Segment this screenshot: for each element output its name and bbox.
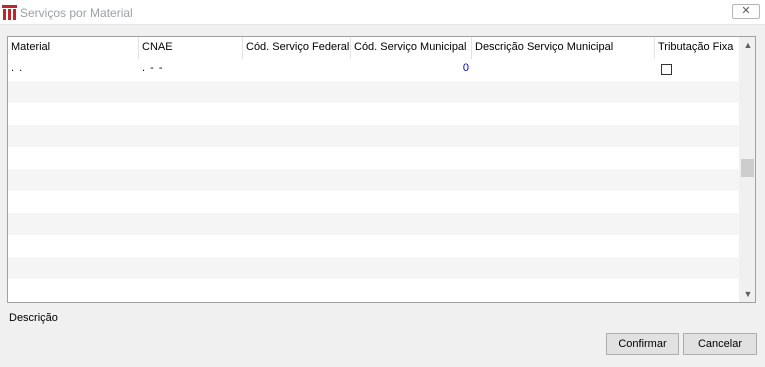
- cell-cod-servico-municipal[interactable]: 0: [351, 59, 472, 81]
- cell-material[interactable]: . .: [8, 59, 139, 81]
- scrollbar-thumb[interactable]: [741, 159, 754, 177]
- table-row[interactable]: [8, 103, 739, 125]
- cell-tributacao-fixa: [655, 59, 739, 81]
- title-bar: Serviços por Material ✕: [0, 0, 765, 25]
- services-grid[interactable]: Material CNAE Cód. Serviço Federal Cód. …: [7, 36, 756, 303]
- table-row[interactable]: [8, 213, 739, 235]
- table-row[interactable]: [8, 125, 739, 147]
- close-icon: ✕: [741, 5, 751, 17]
- table-row[interactable]: [8, 279, 739, 301]
- column-header-cod-servico-federal[interactable]: Cód. Serviço Federal: [243, 37, 351, 59]
- description-label: Descrição: [9, 312, 58, 324]
- column-header-material[interactable]: Material: [8, 37, 139, 59]
- cell-cnae[interactable]: . - -: [139, 59, 243, 81]
- cell-cod-servico-federal[interactable]: [243, 59, 351, 81]
- cancel-button-label: Cancelar: [697, 338, 743, 350]
- table-row[interactable]: [8, 191, 739, 213]
- chevron-down-icon: ▼: [743, 289, 753, 299]
- tributacao-fixa-checkbox[interactable]: [661, 64, 672, 75]
- table-row[interactable]: [8, 235, 739, 257]
- column-header-cod-servico-municipal[interactable]: Cód. Serviço Municipal: [351, 37, 472, 59]
- table-row[interactable]: . . . - - 0: [8, 59, 739, 81]
- scroll-up-button[interactable]: ▲: [740, 37, 755, 53]
- column-header-descricao-servico-municipal[interactable]: Descrição Serviço Municipal: [472, 37, 655, 59]
- cell-descricao-servico-municipal[interactable]: [472, 59, 655, 81]
- table-row[interactable]: [8, 169, 739, 191]
- confirm-button-label: Confirmar: [618, 338, 667, 350]
- window-title: Serviços por Material: [20, 6, 133, 20]
- app-logo-icon: [2, 5, 17, 20]
- chevron-up-icon: ▲: [743, 40, 753, 50]
- column-header-cnae[interactable]: CNAE: [139, 37, 243, 59]
- scroll-down-button[interactable]: ▼: [740, 286, 755, 302]
- cancel-button[interactable]: Cancelar: [683, 333, 757, 355]
- grid-rows: . . . - - 0: [8, 59, 739, 302]
- table-row[interactable]: [8, 147, 739, 169]
- table-row[interactable]: [8, 81, 739, 103]
- vertical-scrollbar[interactable]: ▲ ▼: [739, 37, 755, 302]
- column-header-tributacao-fixa[interactable]: Tributação Fixa: [655, 37, 739, 59]
- table-row[interactable]: [8, 257, 739, 279]
- grid-header: Material CNAE Cód. Serviço Federal Cód. …: [8, 37, 739, 59]
- close-button[interactable]: ✕: [732, 4, 760, 19]
- confirm-button[interactable]: Confirmar: [606, 333, 679, 355]
